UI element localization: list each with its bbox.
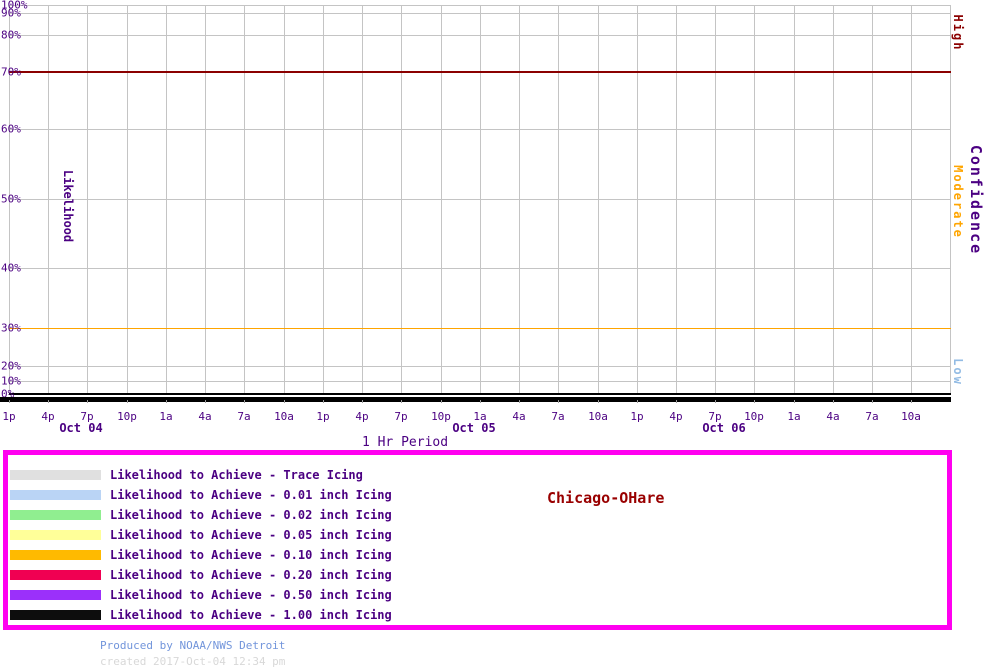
x-tick-mark [637,400,638,403]
x-tick-label: 10a [274,410,294,423]
legend-swatch [10,470,101,480]
x-tick-mark [754,400,755,403]
plot-area: 100% 90% 80% 70% 60% 50% 40% 30% 20% 10% 0% 1p 4p 7p 1… [0,0,1000,450]
reference-line-0% [9,393,951,395]
legend-label: Likelihood to Achieve - 0.02 inch Icing [110,508,392,522]
h-gridline [9,129,951,130]
x-tick-mark [833,400,834,403]
x-tick-label: 4p [41,410,55,423]
legend-swatch [10,610,101,620]
y-tick-label: 70% [1,65,21,79]
x-tick-mark [323,400,324,403]
legend-label: Likelihood to Achieve - 1.00 inch Icing [110,608,392,622]
x-tick-label: 1p [316,410,330,423]
legend-label: Likelihood to Achieve - Trace Icing [110,468,363,482]
h-gridline [9,5,951,6]
x-date-label: Oct 06 [702,421,746,435]
h-gridline [9,381,951,382]
x-tick-mark [794,400,795,403]
legend-swatch [10,570,101,580]
h-gridline [9,268,951,269]
x-tick-mark [715,400,716,403]
x-date-label: Oct 04 [59,421,103,435]
legend-box: Likelihood to Achieve - Trace Icing Likel… [3,450,952,630]
legend-swatch [10,510,101,520]
x-tick-label: 4p [355,410,369,423]
x-tick-label: 7p [394,410,408,423]
x-tick-label: 1p [2,410,16,423]
x-tick-label: 1p [630,410,644,423]
legend-label: Likelihood to Achieve - 0.10 inch Icing [110,548,392,562]
x-tick-mark [558,400,559,403]
x-tick-mark [48,400,49,403]
y-tick-label: 60% [1,122,21,136]
x-tick-label: 4a [826,410,840,423]
x-tick-label: 7a [551,410,565,423]
x-tick-label: 1a [159,410,173,423]
footer: Produced by NOAA/NWS Detroit created 201… [100,639,285,668]
y-tick-label: 30% [1,321,21,335]
x-date-label: Oct 05 [452,421,496,435]
h-gridline [9,35,951,36]
x-tick-mark [166,400,167,403]
x-tick-mark [872,400,873,403]
legend-swatch [10,530,101,540]
confidence-label-high: High [951,14,965,52]
x-tick-mark [244,400,245,403]
x-tick-mark [480,400,481,403]
x-tick-label: 10p [117,410,137,423]
legend-swatch [10,550,101,560]
x-tick-mark [284,400,285,403]
reference-line-30% [9,328,951,329]
icing-likelihood-chart: 100% 90% 80% 70% 60% 50% 40% 30% 20% 10% 0% 1p 4p 7p 1… [0,0,1000,670]
legend-swatch [10,490,101,500]
footer-produced-by: Produced by NOAA/NWS Detroit [100,639,286,652]
x-tick-mark [441,400,442,403]
y-tick-label: 10% [1,374,21,388]
y2-axis-title: Confidence [967,144,985,256]
confidence-label-low: Low [951,358,965,386]
h-gridline [9,366,951,367]
series-flatline-all-zero [0,397,951,402]
x-tick-mark [205,400,206,403]
x-tick-mark [401,400,402,403]
x-tick-mark [911,400,912,403]
legend-label: Likelihood to Achieve - 0.01 inch Icing [110,488,392,502]
x-tick-label: 10a [901,410,921,423]
x-tick-mark [676,400,677,403]
legend-swatch [10,590,101,600]
x-tick-label: 10a [588,410,608,423]
y-tick-label: 20% [1,359,21,373]
x-tick-mark [598,400,599,403]
x-tick-label: 10p [431,410,451,423]
y-tick-label: 40% [1,261,21,275]
x-tick-mark [9,400,10,403]
x-tick-mark [87,400,88,403]
h-gridline [9,199,951,200]
x-tick-mark [362,400,363,403]
x-tick-label: 10p [744,410,764,423]
legend-label: Likelihood to Achieve - 0.50 inch Icing [110,588,392,602]
x-tick-label: 4a [198,410,212,423]
x-tick-label: 4p [669,410,683,423]
x-tick-mark [127,400,128,403]
y-axis-title: Likelihood [61,169,75,243]
x-tick-mark [519,400,520,403]
x-tick-label: 4a [512,410,526,423]
chart-title: Chicago-OHare [547,489,665,507]
x-tick-label: 7a [237,410,251,423]
h-gridline [9,13,951,14]
legend-label: Likelihood to Achieve - 0.05 inch Icing [110,528,392,542]
y-tick-label: 50% [1,192,21,206]
x-axis-title: 1 Hr Period [361,435,449,450]
x-tick-label: 1a [787,410,801,423]
confidence-label-moderate: Moderate [951,165,965,239]
reference-line-70% [9,71,951,73]
y-tick-label: 80% [1,28,21,42]
x-tick-label: 7a [865,410,879,423]
footer-created: created 2017-Oct-04 12:34 pm [100,655,286,668]
y-tick-label: 90% [1,6,21,20]
legend-label: Likelihood to Achieve - 0.20 inch Icing [110,568,392,582]
